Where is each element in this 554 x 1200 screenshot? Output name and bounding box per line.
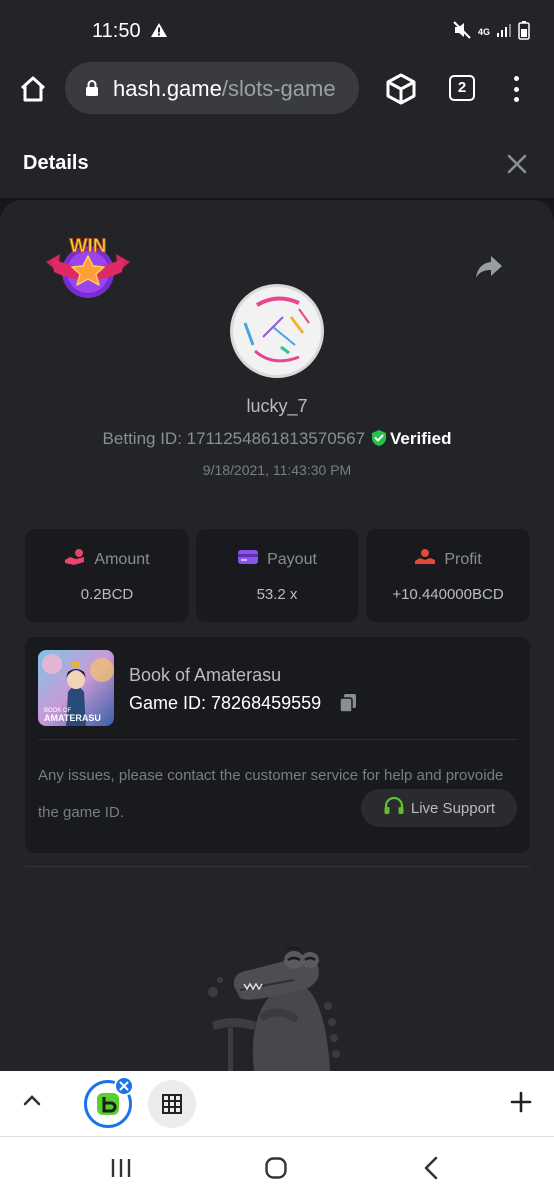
payout-icon — [237, 548, 259, 571]
status-time: 11:50 — [92, 20, 141, 42]
cube-icon[interactable] — [384, 72, 418, 111]
verified-shield-icon — [372, 430, 387, 446]
details-header: Details — [0, 126, 554, 198]
profit-label: Profit — [444, 550, 482, 568]
home-icon[interactable] — [18, 74, 48, 104]
headset-icon — [383, 796, 405, 820]
page-title: Details — [23, 152, 89, 174]
profit-icon — [414, 548, 436, 571]
lock-icon — [85, 79, 99, 102]
tab-inactive[interactable] — [148, 1080, 196, 1128]
warning-icon — [150, 22, 168, 43]
system-navigation-bar — [0, 1137, 554, 1200]
close-icon[interactable] — [507, 154, 527, 174]
game-thumbnail[interactable]: BOOK OF AMATERASU — [38, 650, 114, 726]
browser-toolbar: hash.game/slots-game 2 — [0, 62, 554, 126]
more-vert-icon[interactable] — [506, 74, 526, 104]
amount-label: Amount — [94, 550, 150, 568]
bcgame-favicon-icon — [97, 1093, 119, 1115]
signal-icon — [496, 22, 512, 43]
copy-icon[interactable] — [339, 693, 357, 718]
amount-stat: Amount 0.2BCD — [25, 529, 189, 622]
hashgame-favicon-icon — [162, 1094, 182, 1114]
payout-stat: Payout 53.2 x — [196, 529, 358, 622]
battery-icon — [518, 20, 530, 45]
username: lucky_7 — [246, 396, 308, 416]
game-name: Book of Amaterasu — [129, 665, 282, 685]
bet-datetime: 9/18/2021, 11:43:30 PM — [202, 462, 352, 478]
url-text: hash.game/slots-game — [113, 76, 336, 101]
card-divider — [38, 739, 517, 740]
chevron-up-icon[interactable] — [22, 1093, 42, 1112]
verified-label: Verified — [390, 429, 452, 448]
back-icon[interactable] — [422, 1156, 440, 1185]
url-bar[interactable]: hash.game/slots-game — [65, 62, 359, 114]
live-support-label: Live Support — [410, 799, 496, 817]
amount-icon — [64, 548, 86, 571]
betting-id-line: Betting ID: 1711254861813570567 Verified — [0, 429, 554, 449]
betting-id: Betting ID: 1711254861813570567 — [102, 429, 366, 448]
payout-label: Payout — [267, 550, 317, 568]
profit-value: +10.440000BCD — [392, 586, 504, 603]
payout-value: 53.2 x — [256, 586, 298, 603]
nav-home-icon[interactable] — [264, 1156, 288, 1185]
network-label: 4G — [477, 27, 490, 37]
amount-value: 0.2BCD — [80, 586, 134, 603]
avatar — [230, 284, 324, 378]
live-support-button[interactable]: Live Support — [361, 789, 517, 827]
share-icon[interactable] — [474, 254, 504, 285]
status-bar: 11:50 4G — [0, 0, 554, 62]
profit-stat: Profit +10.440000BCD — [366, 529, 530, 622]
win-badge-icon: WIN — [44, 232, 132, 307]
crocodile-mascot-icon — [204, 946, 354, 1076]
mute-icon — [452, 20, 472, 45]
divider — [25, 866, 530, 867]
recents-icon[interactable] — [110, 1157, 132, 1184]
win-badge-text: WIN — [70, 236, 107, 257]
tab-switcher-button[interactable]: 2 — [449, 75, 475, 101]
tab-close-icon[interactable] — [114, 1076, 134, 1096]
new-tab-icon[interactable] — [510, 1091, 532, 1118]
browser-tab-strip — [0, 1071, 554, 1137]
game-card: BOOK OF AMATERASU Book of Amaterasu Game… — [25, 637, 530, 853]
game-thumb-text-2: AMATERASU — [44, 713, 101, 723]
game-id: Game ID: 78268459559 — [129, 693, 322, 713]
